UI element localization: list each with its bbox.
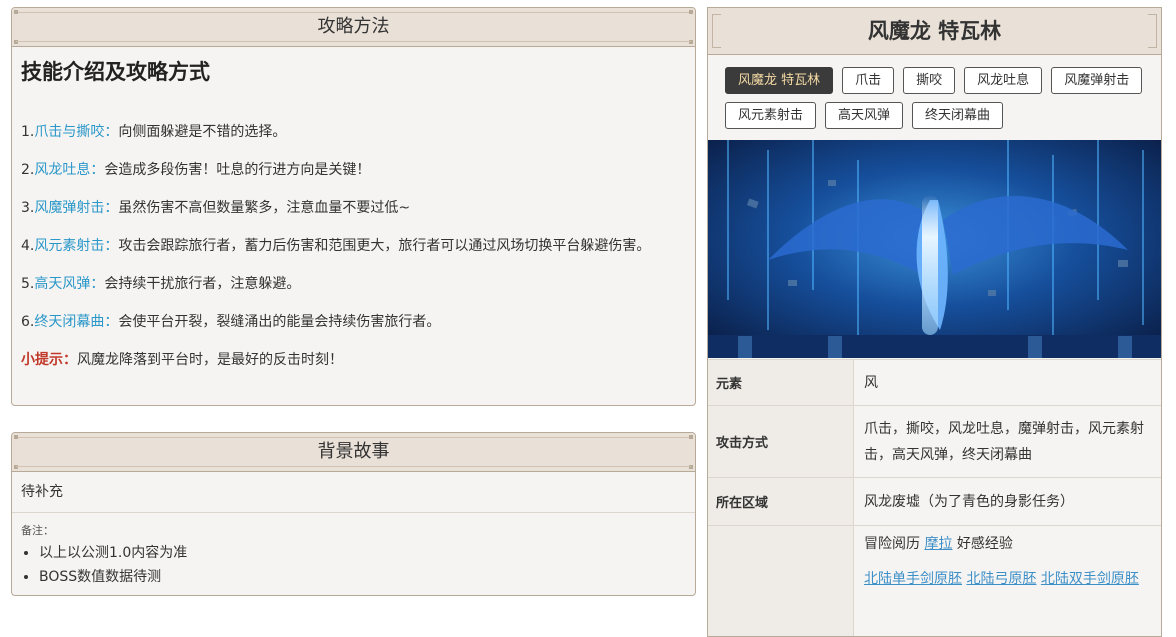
skill-separator: ： bbox=[104, 200, 119, 216]
corner-ornament bbox=[14, 465, 18, 469]
skill-keyword: 风元素射击 bbox=[34, 238, 105, 254]
skill-item: 4.风元素射击：攻击会跟踪旅行者，蓄力后伤害和范围更大，旅行者可以通过风场切换平… bbox=[21, 235, 686, 257]
tab-bite[interactable]: 撕咬 bbox=[903, 67, 956, 94]
row-key: 所在区域 bbox=[708, 477, 854, 526]
notes-list: 以上以公测1.0内容为准 BOSS数值数据待测 bbox=[21, 541, 686, 589]
tab-wind-orb[interactable]: 风魔弹射击 bbox=[1051, 67, 1143, 94]
skill-text: 向侧面躲避是不错的选择。 bbox=[118, 124, 287, 140]
drop-link[interactable]: 北陆双手剑原胚 bbox=[1041, 571, 1139, 587]
mora-link[interactable]: 摩拉 bbox=[924, 536, 952, 552]
list-item: 以上以公测1.0内容为准 bbox=[39, 541, 686, 565]
skill-keyword: 风龙吐息 bbox=[34, 162, 91, 178]
rewards-cell: 冒险阅历 摩拉 好感经验 北陆单手剑原胚 北陆弓原胚 北陆双手剑原胚 bbox=[853, 525, 1161, 636]
story-text: 待补充 bbox=[12, 472, 695, 513]
skill-number: 5. bbox=[21, 276, 35, 292]
reward-text: 好感经验 bbox=[956, 536, 1013, 552]
tip-text: 风魔龙降落到平台时，是最好的反击时刻！ bbox=[77, 352, 343, 368]
skill-item: 2.风龙吐息：会造成多段伤害！吐息的行进方向是关键！ bbox=[21, 159, 686, 181]
skill-keyword: 终天闭幕曲 bbox=[34, 314, 105, 330]
boss-title: 风魔龙 特瓦林 bbox=[867, 19, 1002, 43]
skill-keyword: 风魔弹射击 bbox=[34, 200, 105, 216]
row-value: 爪击，撕咬，风龙吐息，魔弹射击，风元素射击，高天风弹，终天闭幕曲 bbox=[853, 405, 1161, 478]
corner-ornament bbox=[14, 40, 18, 44]
row-key bbox=[708, 525, 854, 636]
strategy-title: 技能介绍及攻略方式 bbox=[21, 60, 210, 84]
strategy-panel: 攻略方法 技能介绍及攻略方式 1.爪击与撕咬：向侧面躲避是不错的选择。 2.风龙… bbox=[11, 7, 696, 406]
drops-line: 北陆单手剑原胚 北陆弓原胚 北陆双手剑原胚 bbox=[864, 569, 1153, 590]
corner-ornament bbox=[689, 465, 693, 469]
table-row: 元素 风 bbox=[708, 359, 1161, 406]
header-ornament bbox=[712, 14, 721, 48]
notes-label: 备注： bbox=[21, 524, 54, 537]
skill-keyword: 高天风弹 bbox=[34, 276, 91, 292]
boss-image bbox=[708, 140, 1161, 358]
skill-separator: ： bbox=[104, 238, 119, 254]
skill-separator: ： bbox=[90, 276, 105, 292]
strategy-header: 攻略方法 bbox=[12, 8, 695, 47]
skill-tabs: 风魔龙 特瓦林 爪击 撕咬 风龙吐息 风魔弹射击 风元素射击 高天风弹 终天闭幕… bbox=[708, 55, 1161, 133]
skill-number: 6. bbox=[21, 314, 35, 330]
skill-text: 会持续干扰旅行者，注意躲避。 bbox=[104, 276, 301, 292]
corner-ornament bbox=[14, 10, 18, 14]
tab-sky-wind[interactable]: 高天风弹 bbox=[825, 102, 904, 129]
boss-panel: 风魔龙 特瓦林 风魔龙 特瓦林 爪击 撕咬 风龙吐息 风魔弹射击 风元素射击 高… bbox=[707, 7, 1162, 637]
skill-number: 1. bbox=[21, 124, 35, 140]
corner-ornament bbox=[689, 10, 693, 14]
strategy-header-label: 攻略方法 bbox=[317, 16, 390, 37]
skill-text: 会造成多段伤害！吐息的行进方向是关键！ bbox=[104, 162, 371, 178]
table-row: 攻击方式 爪击，撕咬，风龙吐息，魔弹射击，风元素射击，高天风弹，终天闭幕曲 bbox=[708, 405, 1161, 478]
boss-header: 风魔龙 特瓦林 bbox=[708, 8, 1161, 55]
corner-ornament bbox=[689, 40, 693, 44]
skill-number: 3. bbox=[21, 200, 35, 216]
skill-text: 虽然伤害不高但数量繁多，注意血量不要过低~ bbox=[118, 200, 411, 216]
row-key: 攻击方式 bbox=[708, 405, 854, 478]
row-value: 风 bbox=[853, 359, 1161, 406]
story-panel: 背景故事 待补充 备注： 以上以公测1.0内容为准 BOSS数值数据待测 bbox=[11, 432, 696, 596]
table-row: 冒险阅历 摩拉 好感经验 北陆单手剑原胚 北陆弓原胚 北陆双手剑原胚 bbox=[708, 525, 1161, 636]
tab-wind-shot[interactable]: 风元素射击 bbox=[725, 102, 817, 129]
rewards-line: 冒险阅历 摩拉 好感经验 bbox=[864, 531, 1153, 557]
drop-link[interactable]: 北陆单手剑原胚 bbox=[864, 571, 962, 587]
row-value: 风龙废墟（为了青色的身影任务） bbox=[853, 477, 1161, 526]
skill-item: 3.风魔弹射击：虽然伤害不高但数量繁多，注意血量不要过低~ bbox=[21, 197, 686, 219]
skill-separator: ： bbox=[104, 314, 119, 330]
tip: 小提示：风魔龙降落到平台时，是最好的反击时刻！ bbox=[21, 349, 686, 371]
skill-keyword: 爪击与撕咬 bbox=[34, 124, 105, 140]
skill-item: 5.高天风弹：会持续干扰旅行者，注意躲避。 bbox=[21, 273, 686, 295]
boss-info-table: 元素 风 攻击方式 爪击，撕咬，风龙吐息，魔弹射击，风元素射击，高天风弹，终天闭… bbox=[708, 359, 1161, 636]
row-key: 元素 bbox=[708, 359, 854, 406]
skill-text: 攻击会跟踪旅行者，蓄力后伤害和范围更大，旅行者可以通过风场切换平台躲避伤害。 bbox=[118, 238, 651, 254]
tab-wind-breath[interactable]: 风龙吐息 bbox=[964, 67, 1043, 94]
skill-item: 6.终天闭幕曲：会使平台开裂，裂缝涌出的能量会持续伤害旅行者。 bbox=[21, 311, 686, 333]
tab-claw[interactable]: 爪击 bbox=[842, 67, 895, 94]
skill-text: 会使平台开裂，裂缝涌出的能量会持续伤害旅行者。 bbox=[118, 314, 441, 330]
header-ornament bbox=[1148, 14, 1157, 48]
drop-link[interactable]: 北陆弓原胚 bbox=[966, 571, 1036, 587]
story-header: 背景故事 bbox=[12, 433, 695, 472]
skill-number: 4. bbox=[21, 238, 35, 254]
skill-number: 2. bbox=[21, 162, 35, 178]
tab-finale[interactable]: 终天闭幕曲 bbox=[912, 102, 1004, 129]
reward-text: 冒险阅历 bbox=[864, 536, 920, 552]
notes: 备注： 以上以公测1.0内容为准 BOSS数值数据待测 bbox=[12, 513, 695, 589]
table-row: 所在区域 风龙废墟（为了青色的身影任务） bbox=[708, 477, 1161, 526]
story-header-label: 背景故事 bbox=[317, 441, 390, 462]
corner-ornament bbox=[689, 435, 693, 439]
corner-ornament bbox=[14, 435, 18, 439]
list-item: BOSS数值数据待测 bbox=[39, 565, 686, 589]
skill-separator: ： bbox=[90, 162, 105, 178]
skill-separator: ： bbox=[104, 124, 119, 140]
tip-label: 小提示： bbox=[21, 352, 77, 368]
skill-item: 1.爪击与撕咬：向侧面躲避是不错的选择。 bbox=[21, 121, 686, 143]
tab-boss-overview[interactable]: 风魔龙 特瓦林 bbox=[725, 67, 834, 94]
